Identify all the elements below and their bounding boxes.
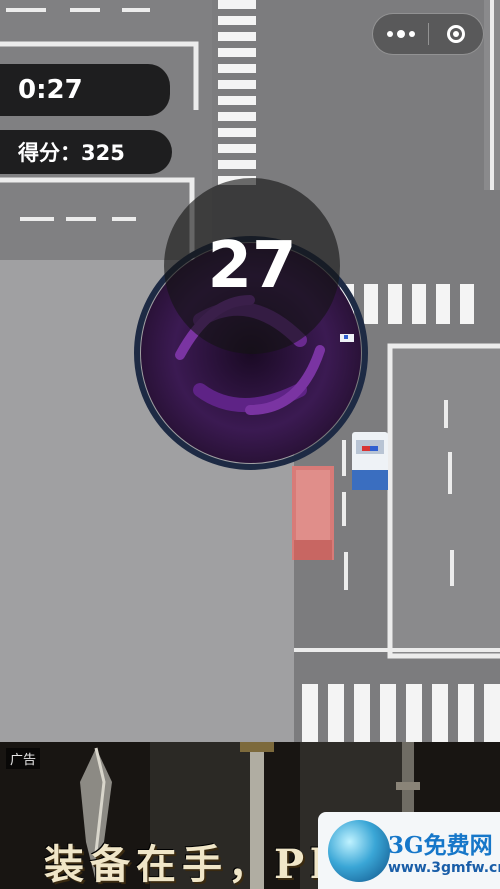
globe-logo-icon [328,820,390,882]
score: 得分：325 [0,130,172,174]
mini-program-capsule [372,13,484,55]
size-counter: 27 [164,178,340,354]
watermark-url: www.3gmfw.cn [388,860,500,876]
watermark: 3G免费网 www.3gmfw.cn [318,812,500,889]
close-circle-icon[interactable] [429,14,483,54]
watermark-title: 3G免费网 [388,832,493,859]
city-block [392,348,500,656]
more-dots-icon[interactable] [373,14,428,54]
ad-tag: 广告 [6,748,41,769]
ad-slogan: 装备在手，Pl [44,841,332,888]
timer-text: 0:27 [18,75,83,105]
timer: 0:27 [0,64,170,116]
score-text: 得分：325 [18,141,125,165]
size-counter-text: 27 [207,229,297,303]
police-car [352,432,388,490]
red-truck [292,466,334,560]
